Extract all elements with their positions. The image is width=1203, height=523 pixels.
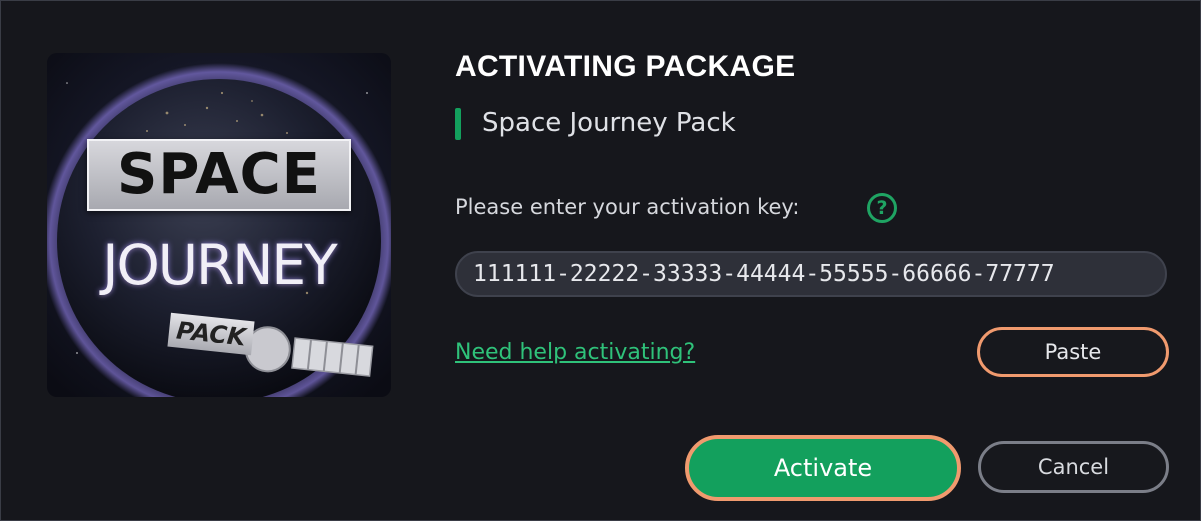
- activate-button[interactable]: Activate: [685, 435, 961, 501]
- activation-dialog: SPACE JOURNEY PACK ACTIVATING PACKAGE Sp…: [0, 0, 1201, 521]
- artwork-space-text: SPACE: [117, 142, 321, 207]
- activation-key-label: Please enter your activation key:: [455, 195, 800, 219]
- package-artwork: SPACE JOURNEY PACK: [47, 53, 391, 397]
- artwork-space-plate: SPACE: [87, 139, 351, 211]
- paste-button[interactable]: Paste: [977, 327, 1169, 377]
- need-help-link[interactable]: Need help activating?: [455, 340, 695, 365]
- package-name: Space Journey Pack: [482, 108, 736, 138]
- activation-key-input[interactable]: [455, 251, 1167, 297]
- artwork-pack-plate: PACK: [167, 312, 255, 356]
- package-accent-bar: [455, 108, 461, 140]
- dialog-title: ACTIVATING PACKAGE: [455, 50, 796, 83]
- cancel-button[interactable]: Cancel: [978, 441, 1169, 493]
- artwork-pack-text: PACK: [175, 316, 247, 352]
- artwork-journey-text: JOURNEY: [102, 233, 337, 297]
- question-circle-icon[interactable]: ?: [867, 193, 897, 223]
